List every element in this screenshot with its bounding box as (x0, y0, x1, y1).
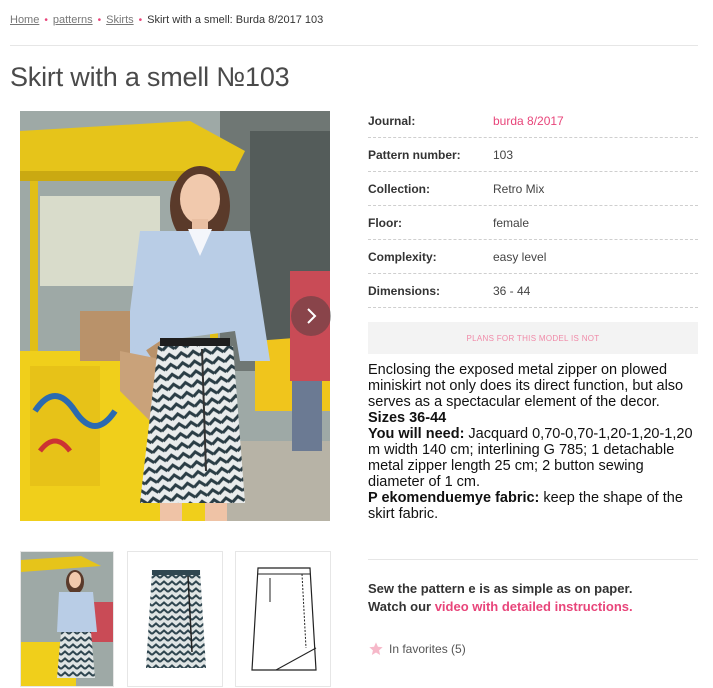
breadcrumb-separator: • (44, 15, 48, 26)
materials-label: You will need: (368, 426, 465, 442)
spec-value: easy level (493, 249, 547, 264)
divider (10, 45, 698, 46)
sew-instructions-block: Sew the pattern e is as simple as on pap… (368, 580, 633, 616)
spec-value: female (493, 215, 530, 230)
spec-row-dimensions: Dimensions: 36 - 44 (368, 274, 698, 308)
plans-unavailable-notice: PLANS FOR THIS MODEL IS NOT (368, 322, 698, 354)
next-image-button[interactable] (291, 296, 331, 336)
spec-value: 103 (493, 147, 514, 162)
spec-row-pattern-number: Pattern number: 103 (368, 138, 698, 172)
spec-label: Journal: (368, 113, 416, 128)
breadcrumb-separator: • (97, 15, 102, 26)
main-product-photo[interactable] (20, 111, 330, 521)
spec-label: Collection: (368, 181, 430, 196)
pattern-specs: Journal: burda 8/2017 Pattern number: 10… (368, 104, 698, 354)
description-sizes: Sizes 36-44 (368, 410, 447, 426)
spec-value: Retro Mix (493, 181, 545, 196)
spec-label: Pattern number: (368, 147, 461, 162)
breadcrumb: Home • patterns • Skirts • Skirt with a smell:… (10, 14, 323, 26)
spec-value: 36 - 44 (493, 283, 531, 298)
favorites-button[interactable]: In favorites (5) (368, 641, 466, 657)
thumbnail-technical-drawing[interactable] (235, 551, 331, 687)
fabric-label: P ekomenduemye fabric: (368, 490, 540, 506)
description-intro: Enclosing the exposed metal zipper on pl… (368, 362, 684, 410)
breadcrumb-separator: • (138, 15, 143, 26)
favorites-count: In favorites (5) (389, 642, 466, 656)
thumbnail-model-illustration (21, 552, 113, 686)
thumbnail-skirt-photo[interactable] (127, 551, 223, 687)
divider (368, 559, 698, 560)
breadcrumb-skirts[interactable]: Skirts (106, 14, 134, 26)
sew-line: Sew the pattern e is as simple as on pap… (368, 581, 633, 596)
video-instructions-link[interactable]: video with detailed instructions. (435, 599, 633, 614)
breadcrumb-current: Skirt with a smell: Burda 8/2017 103 (147, 14, 324, 26)
thumbnail-skirt-illustration (128, 552, 222, 686)
journal-link[interactable]: burda 8/2017 (493, 114, 564, 128)
breadcrumb-patterns[interactable]: patterns (53, 14, 93, 26)
star-icon (369, 642, 383, 655)
breadcrumb-home[interactable]: Home (10, 14, 39, 26)
pattern-description: Enclosing the exposed metal zipper on pl… (368, 362, 704, 522)
page-title: Skirt with a smell №103 (10, 62, 290, 92)
thumbnail-model-photo[interactable] (20, 551, 114, 687)
chevron-right-icon (307, 308, 317, 324)
spec-label: Complexity: (368, 249, 437, 264)
spec-row-floor: Floor: female (368, 206, 698, 240)
spec-label: Dimensions: (368, 283, 441, 298)
spec-row-complexity: Complexity: easy level (368, 240, 698, 274)
sew-watch-prefix: Watch our (368, 599, 435, 614)
spec-row-journal: Journal: burda 8/2017 (368, 104, 698, 138)
model-photo-illustration (20, 111, 330, 521)
spec-label: Floor: (368, 215, 402, 230)
thumbnail-sketch-illustration (236, 552, 330, 686)
spec-row-collection: Collection: Retro Mix (368, 172, 698, 206)
